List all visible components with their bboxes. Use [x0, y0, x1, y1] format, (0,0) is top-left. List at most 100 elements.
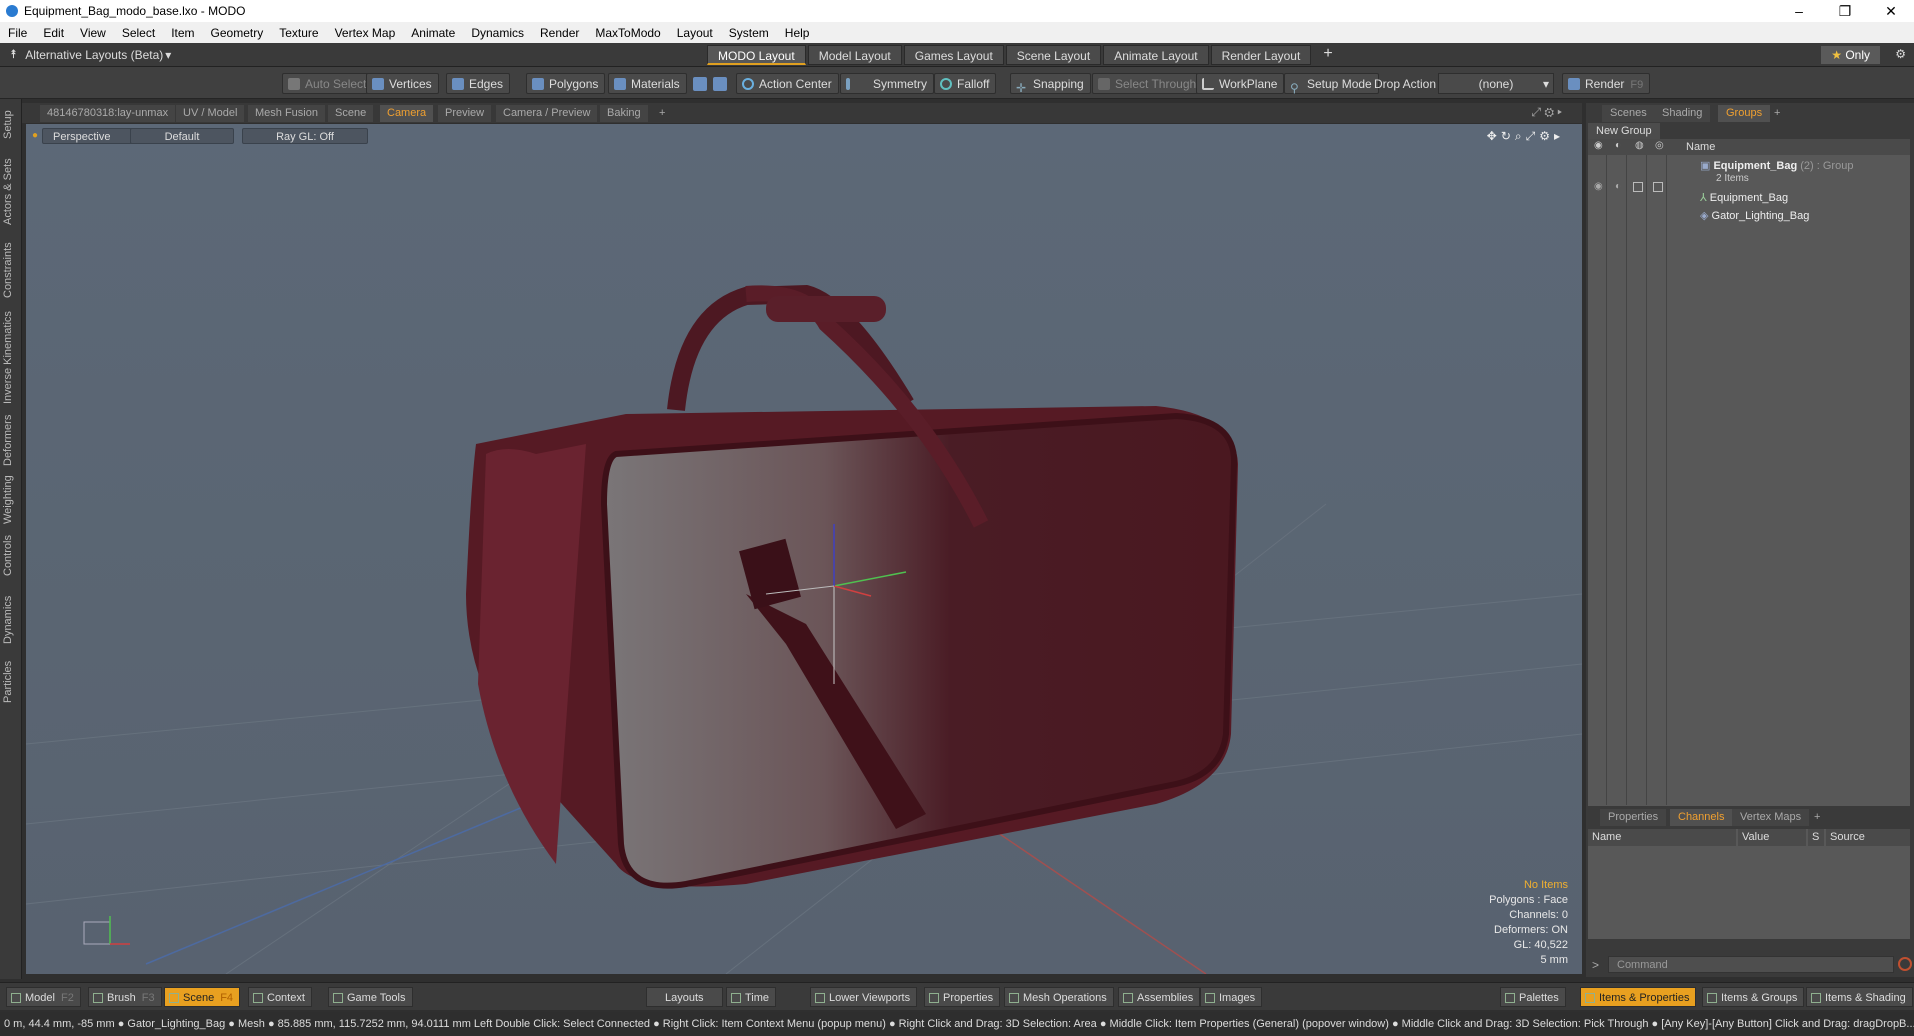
record-icon[interactable] — [1898, 957, 1912, 971]
group-lock-checkbox[interactable] — [1633, 182, 1643, 192]
drop-action-select[interactable]: (none) ▾ — [1438, 73, 1554, 94]
game-tools-button[interactable]: Game Tools — [328, 987, 413, 1007]
alt-layouts-dropdown[interactable]: Alternative Layouts (Beta) — [25, 48, 163, 62]
side-tab-weighting[interactable]: Weighting — [2, 473, 20, 527]
tab-camera[interactable]: Camera — [380, 105, 434, 122]
add-lower-tab[interactable]: + — [1806, 809, 1828, 826]
menu-item[interactable]: Item — [163, 26, 202, 40]
tab-modo-layout[interactable]: MODO Layout — [707, 45, 806, 65]
tab-baking[interactable]: Baking — [600, 105, 648, 122]
3d-viewport[interactable]: ● Perspective Default Ray GL: Off ✥↻⌕⤢⚙▸ — [26, 124, 1582, 974]
side-tab-constraints[interactable]: Constraints — [2, 239, 20, 301]
side-tab-setup[interactable]: Setup — [2, 107, 20, 143]
assemblies-button[interactable]: Assemblies — [1118, 987, 1201, 1007]
viewport-options-icons[interactable]: ⤢ ⚙ ▸ — [1531, 105, 1562, 120]
symmetry-button[interactable]: Symmetry — [840, 73, 934, 94]
lock-icon[interactable]: ◍ — [1635, 140, 1644, 151]
images-button[interactable]: Images — [1200, 987, 1263, 1007]
tab-games-layout[interactable]: Games Layout — [903, 45, 1004, 65]
side-tab-particles[interactable]: Particles — [2, 657, 20, 707]
model-button[interactable]: Model F2 — [6, 987, 81, 1007]
render-toggle-icon[interactable]: ◐ — [1615, 140, 1621, 151]
tab-model-layout[interactable]: Model Layout — [807, 45, 902, 65]
side-tab-inverse-kinematics[interactable]: Inverse Kinematics — [2, 309, 20, 407]
tab-animate-layout[interactable]: Animate Layout — [1103, 45, 1209, 65]
menu-animate[interactable]: Animate — [403, 26, 463, 40]
group-select-checkbox[interactable] — [1653, 182, 1663, 192]
tab-scenes[interactable]: Scenes — [1602, 105, 1655, 122]
snapping-button[interactable]: ✛ Snapping — [1010, 73, 1091, 95]
items-shading-button[interactable]: Items & Shading — [1806, 987, 1913, 1007]
side-tab-dynamics[interactable]: Dynamics — [2, 593, 20, 647]
item-mode-icon[interactable] — [713, 77, 727, 91]
menu-file[interactable]: File — [0, 26, 35, 40]
menu-layout[interactable]: Layout — [669, 26, 721, 40]
action-center-button[interactable]: Action Center — [736, 73, 839, 94]
auto-select-button[interactable]: Auto Select — [282, 73, 374, 94]
tab-vertex-maps[interactable]: Vertex Maps — [1732, 809, 1810, 826]
render-button[interactable]: Render F9 — [1562, 73, 1651, 94]
component-mode-icon[interactable] — [693, 77, 707, 91]
menu-system[interactable]: System — [721, 26, 777, 40]
brush-button[interactable]: Brush F3 — [88, 987, 162, 1007]
tab-scene-layout[interactable]: Scene Layout — [1005, 45, 1102, 65]
context-button[interactable]: Context — [248, 987, 312, 1007]
setup-mode-button[interactable]: ⚲ Setup Mode — [1284, 73, 1379, 95]
tab-render-layout[interactable]: Render Layout — [1210, 45, 1312, 65]
side-tab-deformers[interactable]: Deformers — [2, 413, 20, 467]
menu-texture[interactable]: Texture — [271, 26, 326, 40]
time-button[interactable]: Time — [726, 987, 777, 1007]
workplane-button[interactable]: WorkPlane — [1196, 73, 1285, 94]
collapse-icon[interactable]: ⯭ — [10, 47, 17, 62]
eye-icon[interactable]: ◉ — [1594, 140, 1603, 151]
edges-button[interactable]: Edges — [446, 73, 511, 94]
tree-item-equipment-bag[interactable]: ⅄ Equipment_Bag — [1700, 191, 1788, 204]
tab-camera-preview[interactable]: Camera / Preview — [496, 105, 598, 122]
mesh-operations-button[interactable]: Mesh Operations — [1004, 987, 1114, 1007]
tab-scene[interactable]: Scene — [328, 105, 374, 122]
minimize-button[interactable]: – — [1776, 3, 1822, 20]
menu-edit[interactable]: Edit — [35, 26, 72, 40]
palettes-button[interactable]: Palettes — [1500, 987, 1566, 1007]
tab-groups[interactable]: Groups — [1718, 105, 1771, 122]
tree-item-gator-lighting-bag[interactable]: ◈ Gator_Lighting_Bag — [1700, 209, 1809, 222]
add-layout-button[interactable]: + — [1313, 45, 1342, 65]
chevron-down-icon[interactable]: ▾ — [165, 48, 171, 62]
menu-dynamics[interactable]: Dynamics — [463, 26, 532, 40]
select-icon[interactable]: ◎ — [1655, 140, 1664, 151]
materials-button[interactable]: Materials — [608, 73, 687, 94]
tab-channels[interactable]: Channels — [1670, 809, 1733, 826]
channels-name-header[interactable]: Name — [1588, 829, 1736, 846]
maximize-button[interactable]: ❐ — [1822, 3, 1868, 20]
channels-source-header[interactable]: Source — [1826, 829, 1910, 846]
menu-help[interactable]: Help — [777, 26, 818, 40]
polygons-button[interactable]: Polygons — [526, 73, 606, 94]
items-groups-button[interactable]: Items & Groups — [1702, 987, 1805, 1007]
group-row[interactable]: ▣ Equipment_Bag (2) : Group — [1700, 159, 1853, 172]
command-input[interactable]: Command — [1608, 956, 1894, 973]
tab-lay-unmax[interactable]: 48146780318:lay-unmax — [40, 105, 176, 122]
channels-table[interactable]: Name Value S Source — [1588, 829, 1910, 939]
items-properties-button[interactable]: Items & Properties — [1580, 987, 1697, 1007]
side-tab-actors-sets[interactable]: Actors & Sets — [2, 157, 20, 227]
channels-s-header[interactable]: S — [1808, 829, 1824, 846]
scene-button[interactable]: Scene F4 — [164, 987, 241, 1007]
properties-button[interactable]: Properties — [924, 987, 1001, 1007]
close-button[interactable]: ✕ — [1868, 3, 1914, 20]
layouts-button[interactable]: Layouts — [646, 987, 723, 1007]
only-button[interactable]: ★ Only — [1821, 46, 1880, 64]
add-panel-tab[interactable]: + — [1766, 105, 1788, 122]
groups-list[interactable]: ◉ ◐ ◍ ◎ Name ◉ ◐ ▣ Equipment_Bag (2) : G… — [1588, 139, 1910, 806]
add-tab-button[interactable]: + — [652, 105, 672, 122]
group-render-icon[interactable]: ◐ — [1615, 181, 1621, 192]
tab-preview[interactable]: Preview — [438, 105, 492, 122]
new-group-button[interactable]: New Group — [1588, 123, 1660, 139]
tab-properties[interactable]: Properties — [1600, 809, 1667, 826]
tab-mesh-fusion[interactable]: Mesh Fusion — [248, 105, 325, 122]
menu-geometry[interactable]: Geometry — [203, 26, 272, 40]
side-tab-controls[interactable]: Controls — [2, 533, 20, 579]
lower-viewports-button[interactable]: Lower Viewports — [810, 987, 918, 1007]
vertices-button[interactable]: Vertices — [366, 73, 439, 94]
menu-select[interactable]: Select — [114, 26, 163, 40]
tab-shading[interactable]: Shading — [1654, 105, 1711, 122]
